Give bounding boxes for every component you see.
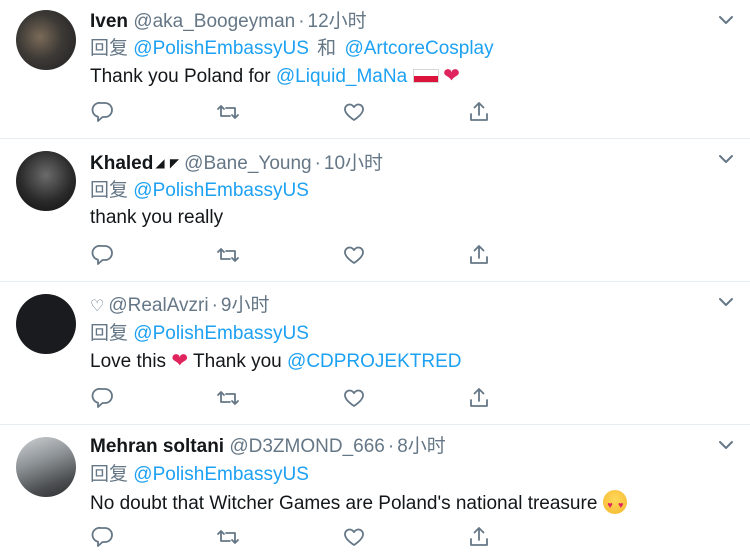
tweet-actions [90,525,500,551]
reply-label: 回复 [90,323,129,344]
tweet-text: Love this ❤ Thank you @CDPROJEKTRED [90,349,462,374]
share-icon[interactable] [467,100,491,124]
share-icon[interactable] [467,243,491,267]
reply-context: 回复 @PolishEmbassyUS [90,463,309,487]
reply-icon[interactable] [91,525,115,549]
timestamp[interactable]: 9小时 [221,295,270,316]
tweet-text: Thank you Poland for @Liquid_MaNa ❤ [90,64,460,89]
mention-link[interactable]: @PolishEmbassyUS [133,38,309,59]
reply-icon[interactable] [91,386,115,410]
display-name[interactable]: Mehran soltani [90,436,224,457]
reply-label: 回复 [90,180,129,201]
name-badge: ◢ ◤ [155,156,181,170]
like-icon[interactable] [342,525,366,549]
tweet-header: Mehran soltani @D3ZMOND_666 · 8小时 [90,435,446,459]
red-heart-icon: ❤ [443,65,460,87]
chevron-down-icon[interactable] [718,153,734,165]
like-icon[interactable] [342,100,366,124]
chevron-down-icon[interactable] [718,296,734,308]
poland-flag-icon [413,69,440,83]
reply-icon[interactable] [91,100,115,124]
reply-context: 回复 @PolishEmbassyUS [90,179,309,203]
chevron-down-icon[interactable] [718,14,734,26]
tweet-text-content: Thank you Poland for [90,66,276,87]
separator: · [211,295,218,316]
tweet-text-start: Love this [90,351,172,372]
avatar[interactable] [16,151,76,211]
display-name-heart: ♡ [90,298,105,315]
tweet-header: Iven @aka_Boogeyman · 12小时 [90,10,367,34]
display-name[interactable]: Iven [90,11,128,32]
mention-link[interactable]: @Liquid_MaNa [276,66,407,87]
share-icon[interactable] [467,525,491,549]
reply-label: 回复 [90,464,129,485]
timestamp[interactable]: 8小时 [397,436,446,457]
like-icon[interactable] [342,386,366,410]
avatar[interactable] [16,10,76,70]
separator: · [387,436,395,457]
user-handle[interactable]: @RealAvzri [108,295,208,316]
tweet-text-content: No doubt that Witcher Games are Poland's… [90,493,598,514]
tweet-header: Khaled ◢ ◤ @Bane_Young · 10小时 [90,151,383,176]
user-handle[interactable]: @D3ZMOND_666 [229,436,385,457]
tweet-actions [90,100,500,126]
user-handle[interactable]: @Bane_Young [184,153,311,174]
heart-eyes-emoji-icon [603,490,628,517]
mention-link[interactable]: @PolishEmbassyUS [133,323,309,344]
mention-link[interactable]: @CDPROJEKTRED [287,351,461,372]
red-heart-icon: ❤ [171,350,189,372]
retweet-icon[interactable] [216,100,240,124]
timestamp[interactable]: 10小时 [324,153,383,174]
chevron-down-icon[interactable] [718,439,734,451]
tweet-text: thank you really [90,207,224,228]
reply-icon[interactable] [91,243,115,267]
retweet-icon[interactable] [216,386,240,410]
tweet[interactable]: Khaled ◢ ◤ @Bane_Young · 10小时 回复 @PolishEmba… [0,139,750,282]
avatar[interactable] [16,437,76,497]
reply-context: 回复 @PolishEmbassyUS 和 @ArtcoreCosplay [90,37,494,61]
tweet-feed: Iven @aka_Boogeyman · 12小时 回复 @PolishEmbas… [0,0,750,556]
share-icon[interactable] [467,386,491,410]
reply-joiner: 和 [317,38,337,59]
timestamp[interactable]: 12小时 [308,11,367,32]
separator: · [314,153,321,174]
tweet[interactable]: Mehran soltani @D3ZMOND_666 · 8小时 回复 @Poli… [0,425,750,556]
mention-link[interactable]: @PolishEmbassyUS [133,464,309,485]
retweet-icon[interactable] [216,243,240,267]
like-icon[interactable] [342,243,366,267]
display-name[interactable]: Khaled [90,153,153,174]
tweet-header: ♡ @RealAvzri · 9小时 [90,294,270,319]
avatar[interactable] [16,294,76,354]
tweet[interactable]: Iven @aka_Boogeyman · 12小时 回复 @PolishEmbas… [0,0,750,139]
mention-link[interactable]: @PolishEmbassyUS [133,180,309,201]
retweet-icon[interactable] [216,525,240,549]
tweet[interactable]: ♡ @RealAvzri · 9小时 回复 @PolishEmbassyUS Love… [0,282,750,425]
tweet-text-end: Thank you [188,351,288,372]
user-handle[interactable]: @aka_Boogeyman [133,11,295,32]
tweet-actions [90,243,500,269]
mention-link[interactable]: @ArtcoreCosplay [344,38,493,59]
tweet-text: No doubt that Witcher Games are Poland's… [90,490,628,517]
tweet-actions [90,386,500,412]
reply-context: 回复 @PolishEmbassyUS [90,322,309,346]
reply-label: 回复 [90,38,129,59]
separator: · [298,11,305,32]
